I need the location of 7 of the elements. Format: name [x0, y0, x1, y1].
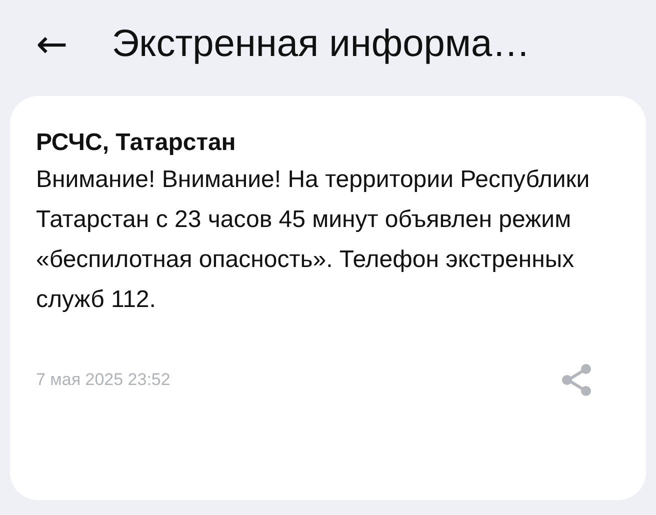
share-icon: [560, 362, 594, 398]
back-button[interactable]: ←: [30, 25, 74, 63]
message-text: Внимание! Внимание! На территории Республики Татарстан с 23 часов 45 минут объявлен режим «беспилотная опасность». Телефон экстренных служб 112.: [36, 165, 591, 315]
message-sender: РСЧС, Татарстан: [36, 128, 237, 158]
page-title: Экстренная информа…: [112, 22, 530, 66]
message-date: 7 мая 2025 23:52: [36, 370, 170, 390]
share-button[interactable]: [560, 362, 594, 398]
